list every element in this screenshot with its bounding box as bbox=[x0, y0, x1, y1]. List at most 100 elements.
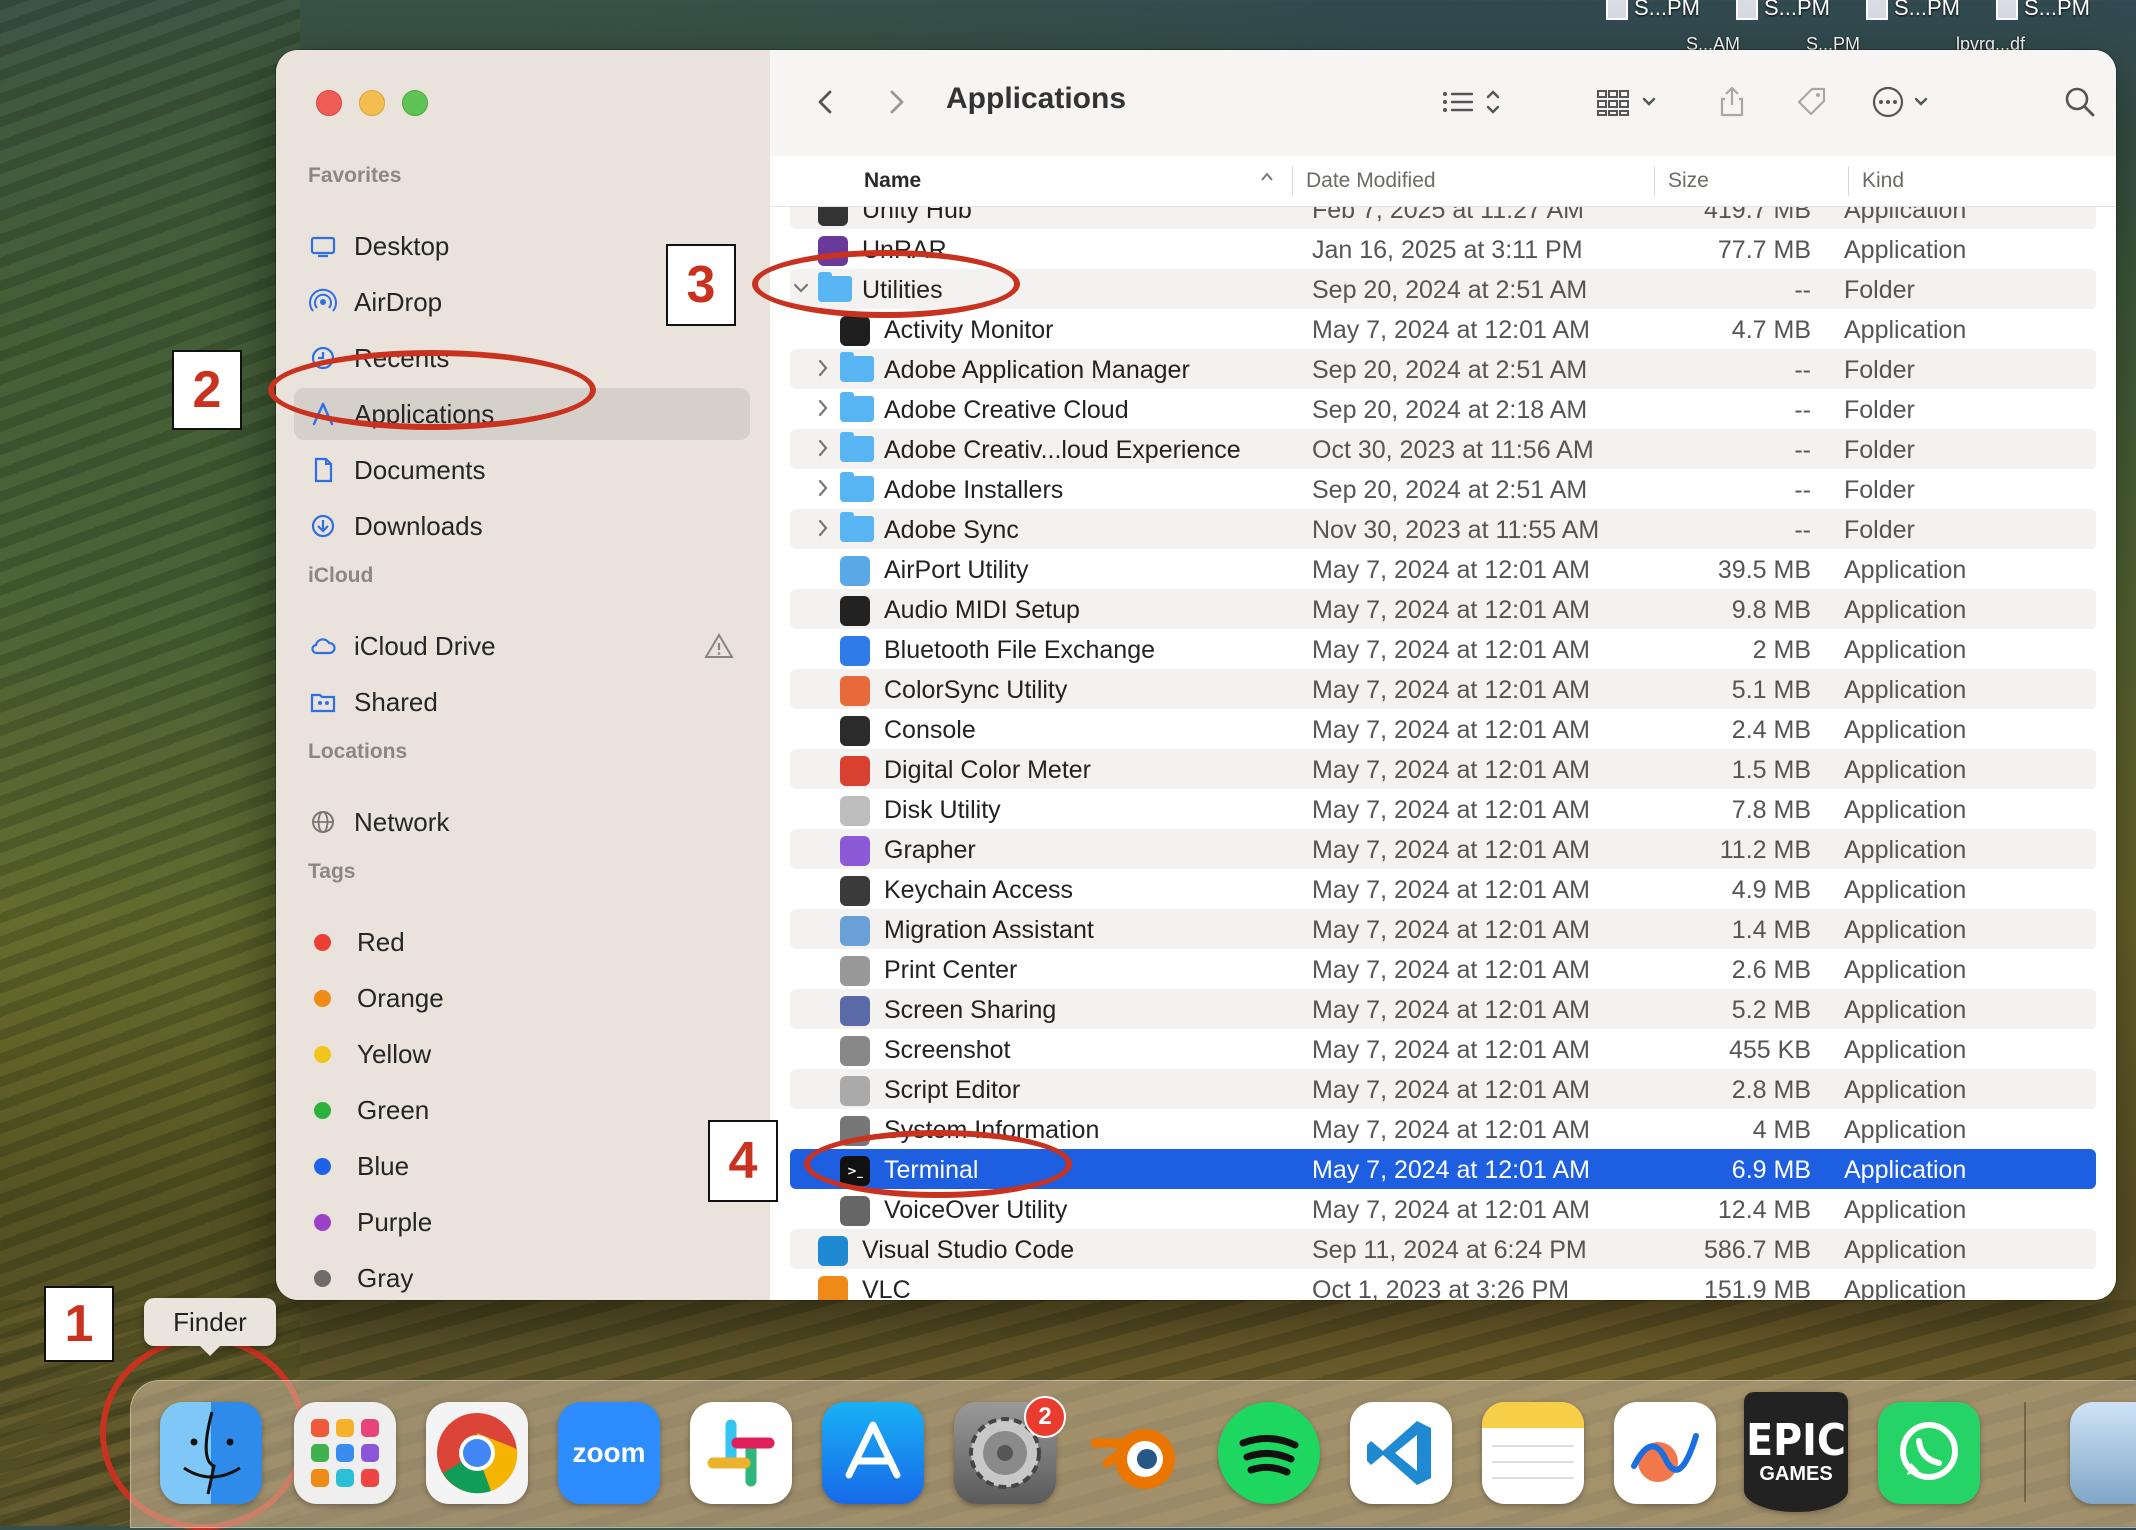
sidebar-item-shared[interactable]: Shared bbox=[294, 676, 750, 728]
file-row[interactable]: Screen Sharing May 7, 2024 at 12:01 AM 5.2… bbox=[790, 989, 2096, 1029]
close-button[interactable] bbox=[316, 90, 342, 116]
file-name: Adobe Installers bbox=[884, 476, 1064, 504]
sidebar-item-label: Network bbox=[354, 806, 450, 837]
file-date: Oct 1, 2023 at 3:26 PM bbox=[1312, 1276, 1570, 1300]
sidebar-section-favorites: Favorites bbox=[308, 164, 402, 187]
file-row[interactable]: ColorSync Utility May 7, 2024 at 12:01 AM… bbox=[790, 669, 2096, 709]
column-separator[interactable] bbox=[1654, 166, 1655, 196]
file-row[interactable]: AirPort Utility May 7, 2024 at 12:01 AM 39… bbox=[790, 549, 2096, 589]
folder-icon bbox=[840, 352, 874, 382]
chevron-right-icon[interactable] bbox=[814, 436, 832, 460]
group-button[interactable] bbox=[1592, 80, 1672, 124]
file-kind: Application bbox=[1844, 836, 1967, 864]
file-row[interactable]: Adobe Creativ...loud Experience Oct 30, 2… bbox=[790, 429, 2096, 469]
minimize-button[interactable] bbox=[359, 90, 385, 116]
file-row[interactable]: Bluetooth File Exchange May 7, 2024 at 12… bbox=[790, 629, 2096, 669]
file-row[interactable]: VLC Oct 1, 2023 at 3:26 PM 151.9 MB Applica… bbox=[790, 1269, 2096, 1300]
zoom-button[interactable] bbox=[402, 90, 428, 116]
column-name[interactable]: Name bbox=[864, 169, 921, 193]
sidebar-tag-gray[interactable]: Gray bbox=[294, 1252, 750, 1300]
dock-app-freeform[interactable] bbox=[1614, 1402, 1716, 1504]
dock-app-zoom[interactable]: zoom bbox=[558, 1402, 660, 1504]
sidebar-tag-blue[interactable]: Blue bbox=[294, 1140, 750, 1192]
file-row[interactable]: Grapher May 7, 2024 at 12:01 AM 11.2 MB App… bbox=[790, 829, 2096, 869]
file-name: VoiceOver Utility bbox=[884, 1196, 1068, 1224]
file-date: Jan 16, 2025 at 3:11 PM bbox=[1312, 236, 1583, 264]
dock-app-finder[interactable] bbox=[160, 1402, 262, 1504]
back-button[interactable] bbox=[804, 80, 848, 124]
dock-app-whatsapp[interactable] bbox=[1878, 1402, 1980, 1504]
dock-app-vscode[interactable] bbox=[1350, 1402, 1452, 1504]
sort-ascending-icon[interactable] bbox=[1258, 168, 1276, 192]
sidebar-tag-green[interactable]: Green bbox=[294, 1084, 750, 1136]
sidebar-tag-red[interactable]: Red bbox=[294, 916, 750, 968]
file-date: Sep 20, 2024 at 2:51 AM bbox=[1312, 476, 1588, 504]
file-row[interactable]: Script Editor May 7, 2024 at 12:01 AM 2.8 … bbox=[790, 1069, 2096, 1109]
desktop-file[interactable]: S...PM bbox=[1996, 0, 2090, 22]
column-header: Name Date Modified Size Kind bbox=[770, 156, 2116, 207]
dock-app-epic-games[interactable]: EPIC GAMES bbox=[1744, 1392, 1848, 1512]
search-button[interactable] bbox=[2058, 80, 2102, 124]
file-name: Screenshot bbox=[884, 1036, 1011, 1064]
file-row[interactable]: Migration Assistant May 7, 2024 at 12:01 … bbox=[790, 909, 2096, 949]
dock-app-preview[interactable] bbox=[2070, 1402, 2136, 1504]
file-row[interactable]: Print Center May 7, 2024 at 12:01 AM 2.6 M… bbox=[790, 949, 2096, 989]
column-kind[interactable]: Kind bbox=[1862, 169, 1904, 193]
file-row[interactable]: Unity Hub Feb 7, 2025 at 11:27 AM 419.7 MB… bbox=[790, 207, 2096, 229]
chevron-right-icon[interactable] bbox=[814, 396, 832, 420]
sidebar-item-downloads[interactable]: Downloads bbox=[294, 500, 750, 552]
sidebar-item-label: Red bbox=[357, 926, 405, 957]
file-date: May 7, 2024 at 12:01 AM bbox=[1312, 636, 1590, 664]
sidebar-item-icloud-drive[interactable]: iCloud Drive bbox=[294, 620, 750, 672]
file-name: Adobe Creative Cloud bbox=[884, 396, 1129, 424]
dock-app-notes[interactable] bbox=[1482, 1402, 1584, 1504]
desktop-file[interactable]: S...PM bbox=[1866, 0, 1960, 22]
dock-app-slack[interactable] bbox=[690, 1402, 792, 1504]
dock-app-app-store[interactable] bbox=[822, 1402, 924, 1504]
file-row[interactable]: Disk Utility May 7, 2024 at 12:01 AM 7.8 M… bbox=[790, 789, 2096, 829]
column-date-modified[interactable]: Date Modified bbox=[1306, 169, 1436, 193]
dock-app-spotify[interactable] bbox=[1218, 1402, 1320, 1504]
dock-app-blender[interactable] bbox=[1086, 1402, 1188, 1504]
file-row[interactable]: Keychain Access May 7, 2024 at 12:01 AM 4.… bbox=[790, 869, 2096, 909]
sidebar-section-tags: Tags bbox=[308, 860, 356, 883]
file-row[interactable]: Adobe Installers Sep 20, 2024 at 2:51 AM -… bbox=[790, 469, 2096, 509]
sidebar-tag-purple[interactable]: Purple bbox=[294, 1196, 750, 1248]
sidebar-item-network[interactable]: Network bbox=[294, 796, 750, 848]
file-row[interactable]: Console May 7, 2024 at 12:01 AM 2.4 MB Appl… bbox=[790, 709, 2096, 749]
window-title: Applications bbox=[946, 82, 1127, 115]
column-size[interactable]: Size bbox=[1668, 169, 1709, 193]
file-row[interactable]: Activity Monitor May 7, 2024 at 12:01 AM 4… bbox=[790, 309, 2096, 349]
file-row[interactable]: Audio MIDI Setup May 7, 2024 at 12:01 AM 9… bbox=[790, 589, 2096, 629]
chevron-right-icon[interactable] bbox=[814, 476, 832, 500]
forward-button[interactable] bbox=[874, 80, 918, 124]
column-separator[interactable] bbox=[1848, 166, 1849, 196]
file-size: 9.8 MB bbox=[1731, 596, 1811, 624]
file-row[interactable]: Screenshot May 7, 2024 at 12:01 AM 455 KB A… bbox=[790, 1029, 2096, 1069]
chevron-right-icon[interactable] bbox=[814, 516, 832, 540]
file-row[interactable]: Visual Studio Code Sep 11, 2024 at 6:24 P… bbox=[790, 1229, 2096, 1269]
dock-app-launchpad[interactable] bbox=[294, 1402, 396, 1504]
view-list-button[interactable] bbox=[1436, 80, 1516, 124]
warning-icon[interactable] bbox=[704, 632, 734, 660]
file-date: May 7, 2024 at 12:01 AM bbox=[1312, 1036, 1590, 1064]
more-actions-button[interactable] bbox=[1870, 80, 1950, 124]
file-row[interactable]: Adobe Creative Cloud Sep 20, 2024 at 2:18… bbox=[790, 389, 2096, 429]
file-row[interactable]: Adobe Sync Nov 30, 2023 at 11:55 AM -- Fold… bbox=[790, 509, 2096, 549]
column-separator[interactable] bbox=[1292, 166, 1293, 196]
desktop-file[interactable]: S...PM bbox=[1606, 0, 1700, 22]
sidebar-tag-orange[interactable]: Orange bbox=[294, 972, 750, 1024]
file-row[interactable]: Digital Color Meter May 7, 2024 at 12:01 … bbox=[790, 749, 2096, 789]
file-kind: Application bbox=[1844, 556, 1967, 584]
file-name: AirPort Utility bbox=[884, 556, 1029, 584]
dock-app-chrome[interactable] bbox=[426, 1402, 528, 1504]
sidebar-item-documents[interactable]: Documents bbox=[294, 444, 750, 496]
sidebar-tag-yellow[interactable]: Yellow bbox=[294, 1028, 750, 1080]
file-size: 1.5 MB bbox=[1731, 756, 1811, 784]
chevron-right-icon[interactable] bbox=[814, 356, 832, 380]
desktop-file[interactable]: S...PM bbox=[1736, 0, 1830, 22]
file-row[interactable]: Adobe Application Manager Sep 20, 2024 at… bbox=[790, 349, 2096, 389]
file-date: May 7, 2024 at 12:01 AM bbox=[1312, 316, 1590, 344]
share-button[interactable] bbox=[1710, 80, 1754, 124]
tag-button[interactable] bbox=[1790, 80, 1834, 124]
